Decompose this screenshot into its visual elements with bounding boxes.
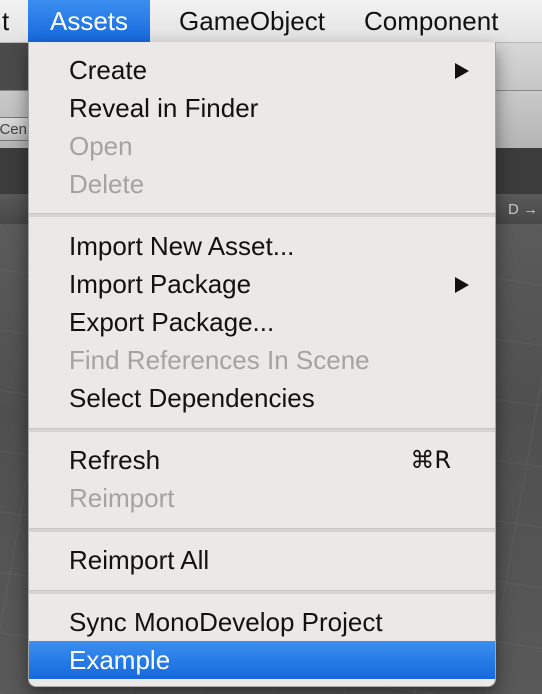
menu-separator — [29, 590, 495, 594]
menu-item-import-package[interactable]: Import Package — [29, 265, 495, 303]
submenu-arrow-icon — [455, 277, 469, 293]
menu-bar: t Assets GameObject Component — [0, 0, 542, 43]
menu-separator — [29, 428, 495, 432]
menu-item-create[interactable]: Create — [29, 51, 495, 89]
menubar-item-assets[interactable]: Assets — [28, 0, 150, 42]
menu-item-open: Open — [29, 127, 495, 165]
menu-item-sync-monodevelop[interactable]: Sync MonoDevelop Project — [29, 603, 495, 641]
menu-separator — [29, 528, 495, 532]
menu-item-reveal-in-finder[interactable]: Reveal in Finder — [29, 89, 495, 127]
menu-item-label: Reimport — [69, 483, 175, 513]
menu-item-example[interactable]: Example — [29, 641, 495, 679]
menu-item-label: Import Package — [69, 269, 252, 299]
menu-item-refresh[interactable]: Refresh ⌘R — [29, 441, 495, 479]
shortcut-label: ⌘R — [410, 446, 451, 474]
menu-item-label: Find References In Scene — [69, 345, 370, 375]
menu-item-label: Reimport All — [69, 545, 210, 575]
menu-item-label: Create — [69, 55, 148, 85]
menu-item-label: Import New Asset... — [69, 231, 295, 261]
menu-item-export-package[interactable]: Export Package... — [29, 303, 495, 341]
menu-item-select-dependencies[interactable]: Select Dependencies — [29, 379, 495, 417]
menu-item-label: Example — [69, 645, 171, 675]
menu-item-import-new-asset[interactable]: Import New Asset... — [29, 227, 495, 265]
assets-dropdown-menu: Create Reveal in Finder Open Delete Impo… — [28, 42, 496, 687]
menu-item-label: Export Package... — [69, 307, 275, 337]
menu-item-find-references: Find References In Scene — [29, 341, 495, 379]
submenu-arrow-icon — [455, 63, 469, 79]
menu-item-reimport-all[interactable]: Reimport All — [29, 541, 495, 579]
menubar-item-edit[interactable]: t — [0, 0, 18, 42]
scene-tab-control[interactable]: D → — [492, 198, 542, 222]
menubar-item-gameobject[interactable]: GameObject — [166, 0, 338, 42]
menu-item-delete: Delete — [29, 165, 495, 203]
menu-item-label: Delete — [69, 169, 145, 199]
menubar-item-component[interactable]: Component — [364, 0, 542, 42]
menu-item-label: Select Dependencies — [69, 383, 315, 413]
editor-toolbar-strip — [492, 42, 542, 90]
menu-separator — [29, 213, 495, 217]
menu-item-label: Sync MonoDevelop Project — [69, 607, 383, 637]
menu-item-reimport: Reimport — [29, 479, 495, 517]
menu-item-label: Open — [69, 131, 133, 161]
menu-item-label: Reveal in Finder — [69, 93, 259, 123]
menu-item-label: Refresh — [69, 445, 161, 475]
